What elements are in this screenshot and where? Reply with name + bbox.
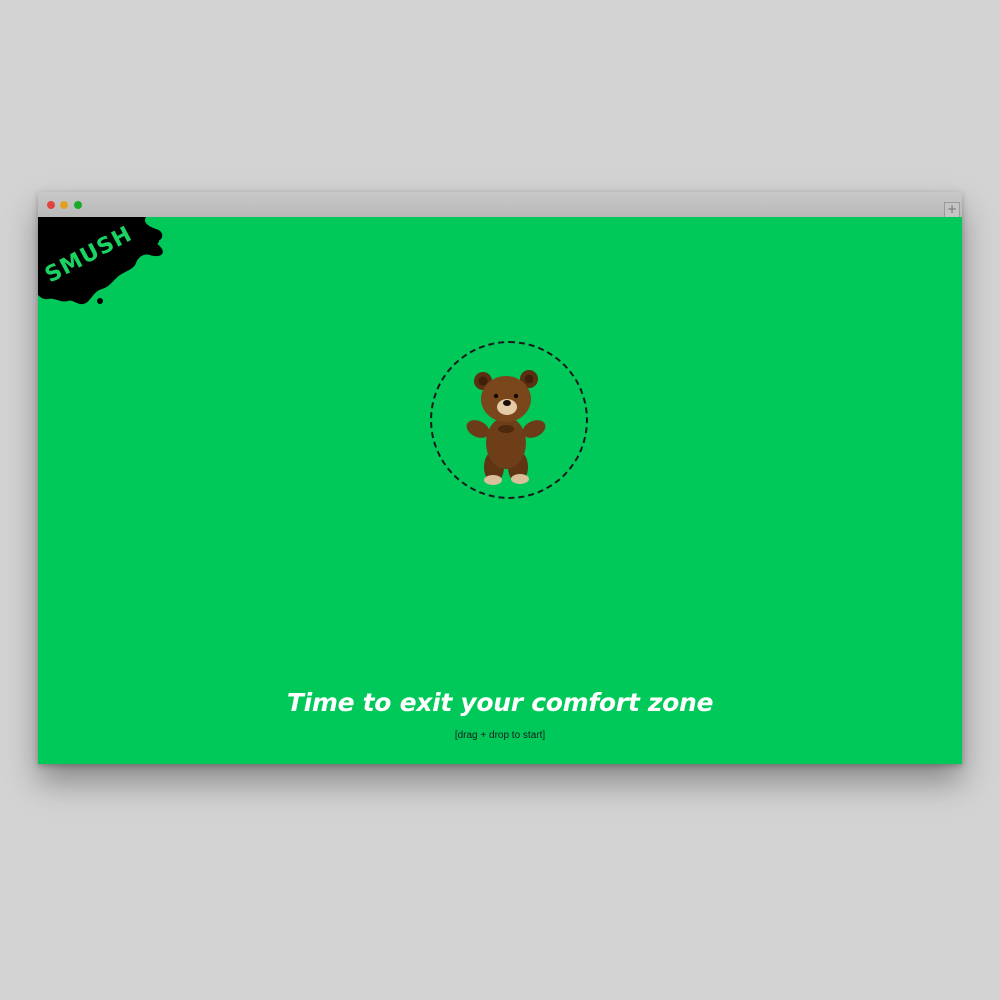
maximize-window-button[interactable] [74, 201, 82, 209]
browser-window: + SMUSH Time to exit your comfort zone [… [38, 192, 962, 764]
browser-titlebar: + [38, 192, 962, 218]
new-tab-button[interactable]: + [944, 202, 960, 218]
page-content: SMUSH Time to exit your comfort zone [dr… [38, 217, 962, 764]
close-window-button[interactable] [47, 201, 55, 209]
minimize-window-button[interactable] [60, 201, 68, 209]
drag-drop-instruction: [drag + drop to start] [454, 730, 546, 741]
teddy-bear-icon[interactable] [466, 363, 546, 487]
smush-logo[interactable]: SMUSH [38, 217, 168, 309]
headline: Time to exit your comfort zone [286, 688, 714, 717]
